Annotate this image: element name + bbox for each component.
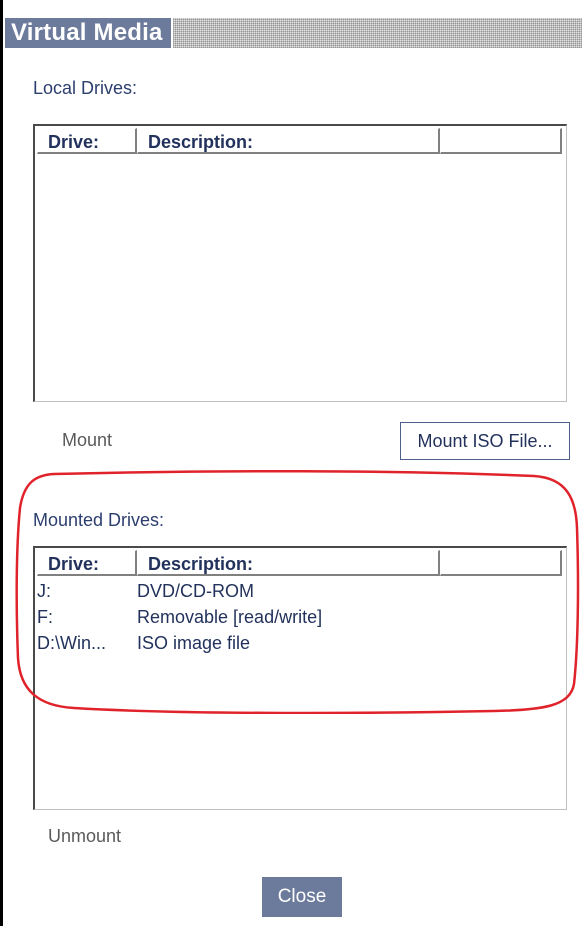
window-title: Virtual Media [5,18,173,48]
mounted-drives-list[interactable]: Drive: Description: J: DVD/CD-ROM F: Rem… [33,546,567,810]
virtual-media-window: Virtual Media Local Drives: Drive: Descr… [0,0,582,926]
description-cell: DVD/CD-ROM [137,581,254,601]
mounted-drives-rows: J: DVD/CD-ROM F: Removable [read/write] … [37,578,566,656]
mount-iso-file-button[interactable]: Mount ISO File... [400,422,570,460]
local-col-extra[interactable] [440,128,562,154]
mounted-col-description[interactable]: Description: [137,550,440,576]
drive-cell: F: [37,607,53,627]
description-cell: ISO image file [137,633,251,653]
drive-cell: D:\Win... [37,633,107,653]
title-bar: Virtual Media [5,18,582,48]
mount-button[interactable]: Mount [62,430,112,451]
local-drives-list[interactable]: Drive: Description: [33,124,567,402]
mounted-drive-row[interactable]: D:\Win... ISO image file [37,630,566,656]
close-button[interactable]: Close [262,877,342,917]
mounted-drive-row[interactable]: J: DVD/CD-ROM [37,578,566,604]
local-drives-label: Local Drives: [33,78,138,98]
mounted-col-extra[interactable] [440,550,562,576]
local-col-drive[interactable]: Drive: [37,128,137,154]
window-left-border [0,0,3,926]
mounted-drives-header: Drive: Description: [37,550,564,578]
mounted-col-drive[interactable]: Drive: [37,550,137,576]
mounted-drives-label: Mounted Drives: [33,510,165,530]
description-cell: Removable [read/write] [137,607,323,627]
unmount-button[interactable]: Unmount [48,826,121,847]
local-col-description[interactable]: Description: [137,128,440,154]
local-drives-header: Drive: Description: [37,128,564,156]
drive-cell: J: [37,581,52,601]
mounted-drive-row[interactable]: F: Removable [read/write] [37,604,566,630]
